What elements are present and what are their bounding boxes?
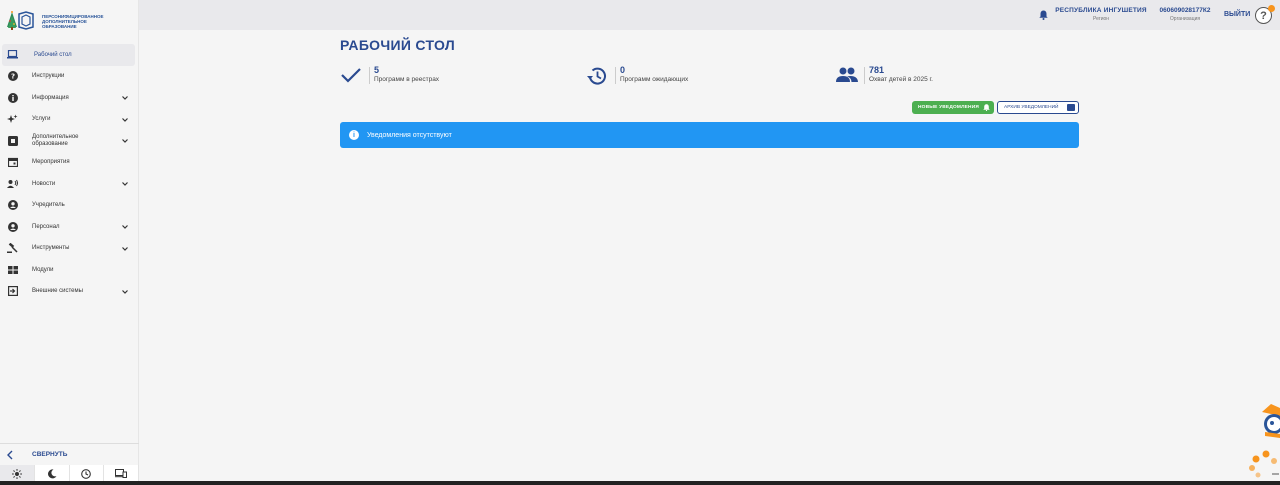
archive-notifications-label: АРХИВ УВЕДОМЛЕНИЙ	[1004, 105, 1059, 110]
stat-caption: Программ в реестрах	[374, 76, 440, 83]
logo-icon	[6, 10, 38, 32]
organization-selector[interactable]: 060609028177К2 Организация	[1155, 7, 1215, 22]
stat-value: 0	[620, 65, 626, 75]
sidebar-item-label: Услуги	[32, 116, 51, 122]
logout-button[interactable]: ВЫЙТИ	[1224, 11, 1250, 18]
chevron-down-icon	[122, 117, 128, 122]
sidebar-item-information[interactable]: Информация	[0, 87, 139, 109]
archive-notifications-button[interactable]: АРХИВ УВЕДОМЛЕНИЙ	[997, 101, 1079, 114]
puzzle-icon	[7, 135, 18, 146]
notifications-alert: i Уведомления отсутствуют	[340, 122, 1079, 148]
sidebar-item-label: Дополнительное образование	[32, 134, 79, 147]
region-title: РЕСПУБЛИКА ИНГУШЕТИЯ	[1055, 7, 1147, 14]
stat-programs-in-registry: 5 Программ в реестрах	[340, 64, 560, 88]
help-circle-icon: ?	[7, 71, 18, 82]
chevron-down-icon	[122, 246, 128, 251]
region-selector[interactable]: РЕСПУБЛИКА ИНГУШЕТИЯ Регион	[1055, 7, 1147, 22]
sidebar-nav: Рабочий стол ? Инструкции Информация Усл…	[0, 44, 139, 302]
sidebar-item-label: Рабочий стол	[34, 51, 72, 58]
stat-children-coverage: 781 Охват детей в 2025 г.	[835, 64, 1055, 88]
chevron-down-icon	[122, 225, 128, 229]
chevron-down-icon	[122, 96, 128, 100]
notification-dot	[1268, 5, 1275, 12]
chevron-left-icon	[7, 450, 13, 460]
sidebar-item-tools[interactable]: Инструменты	[0, 238, 139, 260]
sidebar-item-label: Инструкции	[32, 73, 65, 79]
sidebar-item-label: Информация	[32, 94, 69, 101]
bell-icon[interactable]	[1039, 10, 1048, 20]
sidebar: Персонифицированное дополнительное образ…	[0, 0, 139, 485]
stat-caption: Программ ожидающих	[620, 76, 689, 83]
sidebar-item-events[interactable]: Мероприятия	[0, 152, 139, 174]
stat-divider	[864, 67, 865, 84]
page-title: РАБОЧИЙ СТОЛ	[340, 37, 455, 53]
theme-auto-button[interactable]	[69, 465, 105, 482]
devices-icon	[115, 469, 128, 478]
loading-spinner-icon	[1249, 450, 1279, 478]
new-notifications-button[interactable]: НОВЫЕ УВЕДОМЛЕНИЯ	[912, 101, 994, 114]
account-circle-icon	[7, 200, 18, 211]
bell-badge-icon	[983, 104, 990, 111]
calendar-icon	[7, 157, 18, 168]
sidebar-item-desktop[interactable]: Рабочий стол	[2, 44, 135, 66]
account-circle-icon	[7, 221, 18, 232]
grid-icon	[7, 264, 18, 275]
stat-divider	[615, 67, 616, 84]
window-bottom-edge	[0, 481, 1280, 485]
theme-dark-button[interactable]	[34, 465, 70, 482]
logo-text: Персонифицированное дополнительное образ…	[42, 13, 104, 29]
sidebar-item-modules[interactable]: Модули	[0, 259, 139, 281]
stat-value: 5	[374, 65, 380, 75]
check-icon	[341, 68, 361, 83]
sidebar-item-label: Инструменты	[32, 245, 70, 251]
stat-programs-pending: 0 Программ ожидающих	[586, 64, 806, 88]
sidebar-item-label: Учредитель	[32, 202, 65, 208]
organization-subtitle: Организация	[1169, 16, 1201, 22]
stat-value: 781	[869, 65, 885, 75]
sidebar-item-label: Внешние системы	[32, 288, 83, 294]
chevron-down-icon	[122, 139, 128, 143]
sidebar-item-external-systems[interactable]: Внешние системы	[0, 281, 139, 303]
sidebar-item-label: Модули	[32, 266, 54, 273]
theme-system-button[interactable]	[104, 465, 139, 482]
sparkle-icon	[7, 114, 18, 125]
sidebar-item-instructions[interactable]: ? Инструкции	[0, 66, 139, 88]
sidebar-item-additional-education[interactable]: Дополнительное образование	[0, 130, 139, 152]
history-icon	[587, 67, 606, 85]
moon-icon	[47, 468, 57, 478]
alert-text: Уведомления отсутствуют	[367, 131, 452, 139]
login-icon	[7, 286, 18, 297]
stat-caption: Охват детей в 2025 г.	[869, 76, 933, 83]
sidebar-item-label: Новости	[32, 180, 56, 187]
clock-icon	[81, 468, 92, 479]
stat-divider	[369, 67, 370, 84]
archive-icon	[1067, 104, 1075, 111]
sidebar-item-staff[interactable]: Персонал	[0, 216, 139, 238]
svg-text:?: ?	[10, 73, 14, 81]
people-icon	[836, 67, 858, 82]
theme-switcher	[0, 465, 139, 482]
region-subtitle: Регион	[1092, 16, 1110, 22]
collapse-label: СВЕРНУТЬ	[32, 451, 68, 458]
laptop-icon	[7, 49, 18, 60]
sidebar-item-news[interactable]: Новости	[0, 173, 139, 195]
new-notifications-label: НОВЫЕ УВЕДОМЛЕНИЯ	[918, 105, 980, 110]
chevron-down-icon	[122, 182, 128, 186]
sun-icon	[11, 468, 22, 479]
assistant-mascot-icon[interactable]	[1259, 402, 1280, 438]
sidebar-item-label: Мероприятия	[32, 159, 70, 165]
sidebar-item-founder[interactable]: Учредитель	[0, 195, 139, 217]
sidebar-item-label: Персонал	[32, 223, 60, 230]
megaphone-person-icon	[7, 178, 18, 189]
chevron-down-icon	[122, 289, 128, 294]
info-icon	[7, 92, 18, 103]
organization-title: 060609028177К2	[1159, 7, 1211, 14]
collapse-sidebar-button[interactable]: СВЕРНУТЬ	[0, 443, 139, 465]
theme-light-button[interactable]	[0, 465, 35, 482]
sidebar-item-services[interactable]: Услуги	[0, 109, 139, 131]
info-icon: i	[349, 130, 359, 140]
logo[interactable]: Персонифицированное дополнительное образ…	[6, 8, 136, 34]
gavel-icon	[7, 243, 18, 254]
